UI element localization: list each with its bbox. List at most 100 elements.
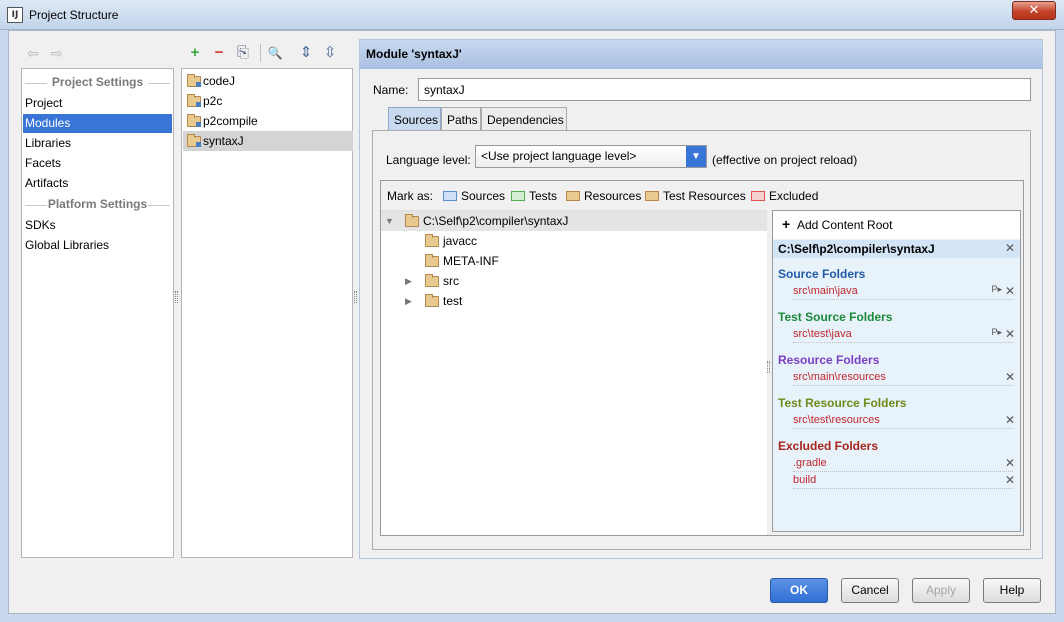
excluded-folder-item: build: [793, 474, 1013, 489]
tree-node-meta-inf[interactable]: META-INF: [425, 251, 499, 271]
splitter-handle[interactable]: [175, 291, 178, 303]
mark-test-resources-button[interactable]: Test Resources: [645, 189, 746, 203]
module-item-codej[interactable]: codeJ: [183, 71, 353, 91]
nav-item-facets[interactable]: Facets: [23, 154, 172, 173]
tree-node-src[interactable]: src: [425, 271, 459, 291]
module-item-p2compile[interactable]: p2compile: [183, 111, 353, 131]
mark-sources-label: Sources: [461, 189, 506, 203]
remove-folder-icon[interactable]: ✕: [1005, 413, 1015, 427]
platform-settings-heading: Platform Settings: [22, 197, 173, 213]
collapse-all-icon[interactable]: ⇳: [321, 44, 339, 62]
tab-sources[interactable]: Sources: [388, 107, 441, 131]
excluded-folders-title: Excluded Folders: [778, 439, 879, 453]
tree-root-label: C:\Self\p2\compiler\syntaxJ: [423, 214, 569, 228]
close-window-button[interactable]: ✕: [1012, 1, 1056, 20]
module-item-syntaxj[interactable]: syntaxJ: [183, 131, 353, 151]
apply-button[interactable]: Apply: [912, 578, 970, 603]
window-title: Project Structure: [29, 8, 119, 22]
mark-resources-button[interactable]: Resources: [566, 189, 641, 203]
module-item-p2c[interactable]: p2c: [183, 91, 353, 111]
test-resource-folder-item: src\test\resources: [793, 414, 1013, 429]
splitter-handle[interactable]: [354, 291, 357, 303]
test-folder-icon: [511, 191, 525, 201]
test-source-folder-path: src\test\java: [793, 328, 852, 340]
back-arrow-icon[interactable]: ⇦: [27, 45, 39, 62]
tab-dependencies[interactable]: Dependencies: [481, 107, 567, 131]
remove-content-root-icon[interactable]: ✕: [1005, 241, 1015, 255]
mark-excluded-button[interactable]: Excluded: [751, 189, 818, 203]
folder-icon: [425, 234, 439, 247]
resource-folder-icon: [566, 191, 580, 201]
nav-item-global-libraries[interactable]: Global Libraries: [23, 236, 172, 255]
language-level-label: Language level:: [386, 153, 471, 167]
ok-button[interactable]: OK: [770, 578, 828, 603]
expand-all-icon[interactable]: ⇕: [297, 44, 315, 62]
mark-as-bar: Mark as: Sources Tests Resources Test Re…: [381, 181, 1023, 209]
name-label: Name:: [373, 83, 409, 97]
module-name-input[interactable]: [418, 78, 1031, 101]
folder-icon: [425, 254, 439, 267]
resource-folders-title: Resource Folders: [778, 353, 880, 367]
mark-sources-button[interactable]: Sources: [443, 189, 505, 203]
mark-resources-label: Resources: [584, 189, 642, 203]
mark-tests-label: Tests: [529, 189, 558, 203]
module-folder-icon: [187, 134, 201, 147]
tree-node-javacc[interactable]: javacc: [425, 231, 477, 251]
folder-icon: [425, 274, 439, 287]
module-list: codeJ p2c p2compile syntaxJ: [181, 68, 353, 558]
mark-tests-button[interactable]: Tests: [511, 189, 557, 203]
content-root-panel: + Add Content Root C:\Self\p2\compiler\s…: [772, 210, 1021, 532]
nav-item-libraries[interactable]: Libraries: [23, 134, 172, 153]
module-settings-panel: Module 'syntaxJ' Name: Sources Paths Dep…: [359, 39, 1043, 559]
tab-paths[interactable]: Paths: [441, 107, 481, 131]
folder-icon: [425, 294, 439, 307]
chevron-down-icon: ▼: [686, 146, 706, 167]
app-icon: IJ: [7, 7, 23, 23]
add-content-root-button[interactable]: + Add Content Root: [773, 211, 1020, 239]
language-level-select[interactable]: <Use project language level> ▼: [475, 145, 707, 168]
project-settings-heading: Project Settings: [22, 75, 173, 91]
expand-arrow-icon[interactable]: ▶: [405, 296, 412, 307]
add-content-root-label: Add Content Root: [797, 218, 893, 232]
nav-item-modules[interactable]: Modules: [23, 114, 172, 133]
language-level-note: (effective on project reload): [712, 153, 858, 167]
expand-arrow-icon[interactable]: ▶: [405, 276, 412, 287]
tree-node-label: src: [443, 274, 459, 288]
nav-item-project[interactable]: Project: [23, 94, 172, 113]
package-prefix-icon[interactable]: P▸: [991, 284, 1002, 295]
find-icon[interactable]: 🔍: [266, 44, 284, 62]
module-header: Module 'syntaxJ': [360, 40, 1042, 69]
folder-tree: ▼ C:\Self\p2\compiler\syntaxJ javacc MET…: [381, 210, 767, 535]
module-item-label: p2compile: [203, 114, 258, 128]
source-folder-icon: [443, 191, 457, 201]
nav-item-artifacts[interactable]: Artifacts: [23, 174, 172, 193]
excluded-folder-item: .gradle: [793, 457, 1013, 472]
tree-node-test[interactable]: test: [425, 291, 462, 311]
forward-arrow-icon[interactable]: ⇨: [51, 45, 63, 62]
help-button[interactable]: Help: [983, 578, 1041, 603]
add-icon[interactable]: +: [186, 44, 204, 62]
nav-item-sdks[interactable]: SDKs: [23, 216, 172, 235]
remove-folder-icon[interactable]: ✕: [1005, 327, 1015, 341]
remove-folder-icon[interactable]: ✕: [1005, 473, 1015, 487]
remove-folder-icon[interactable]: ✕: [1005, 370, 1015, 384]
project-structure-dialog: ⇦ ⇨ Project Settings Project Modules Lib…: [8, 30, 1056, 614]
remove-folder-icon[interactable]: ✕: [1005, 456, 1015, 470]
package-prefix-icon[interactable]: P▸: [991, 327, 1002, 338]
resource-folder-path: src\main\resources: [793, 371, 886, 383]
mark-test-resources-label: Test Resources: [663, 189, 746, 203]
remove-folder-icon[interactable]: ✕: [1005, 284, 1015, 298]
module-folder-icon: [187, 114, 201, 127]
collapse-arrow-icon[interactable]: ▼: [385, 216, 394, 226]
content-root-path: C:\Self\p2\compiler\syntaxJ ✕: [773, 240, 1020, 258]
cancel-button[interactable]: Cancel: [841, 578, 899, 603]
language-level-value: <Use project language level>: [481, 149, 637, 163]
title-bar: IJ Project Structure ✕: [0, 0, 1064, 30]
copy-icon[interactable]: ⎘: [234, 44, 252, 62]
remove-icon[interactable]: −: [210, 44, 228, 62]
tree-root-node[interactable]: C:\Self\p2\compiler\syntaxJ: [405, 211, 568, 231]
test-source-folder-item: src\test\java: [793, 328, 1013, 343]
folder-icon: [405, 214, 419, 227]
splitter-handle[interactable]: [767, 361, 770, 373]
sources-tab-content: Language level: <Use project language le…: [372, 130, 1031, 550]
